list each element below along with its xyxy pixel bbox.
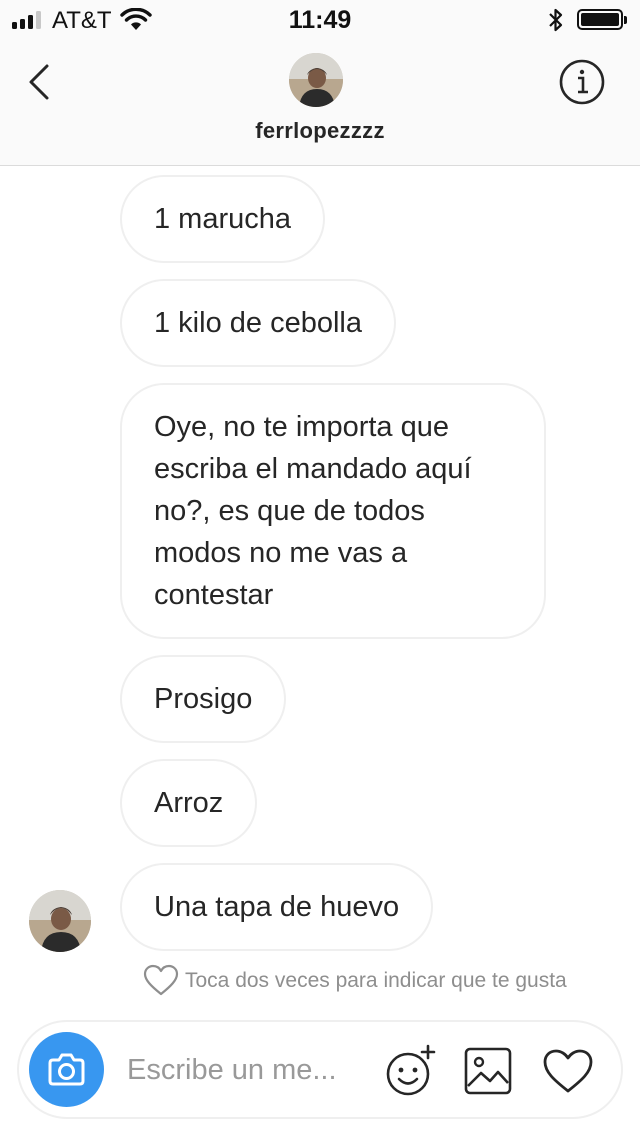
message-input[interactable]: [127, 1050, 367, 1090]
message-bubble[interactable]: Prosigo: [120, 655, 287, 743]
message-composer: [17, 1020, 623, 1119]
gallery-icon[interactable]: [463, 1046, 513, 1096]
avatar[interactable]: [289, 53, 343, 107]
heart-icon[interactable]: [143, 964, 179, 996]
message-bubble[interactable]: 1 kilo de cebolla: [120, 279, 396, 367]
message-bubble[interactable]: Una tapa de huevo: [120, 863, 434, 951]
status-bar: AT&T 11:49: [0, 0, 640, 40]
double-tap-hint: Toca dos veces para indicar que te gusta: [143, 964, 623, 998]
camera-button[interactable]: [29, 1032, 104, 1107]
hint-text: Toca dos veces para indicar que te gusta: [185, 969, 567, 992]
clock: 11:49: [288, 6, 352, 34]
message-bubble[interactable]: Arroz: [120, 759, 258, 847]
info-icon[interactable]: [558, 58, 606, 106]
sender-avatar[interactable]: [29, 890, 91, 952]
message-bubble[interactable]: 1 marucha: [120, 175, 326, 263]
battery-icon: [577, 9, 627, 30]
camera-icon: [48, 1053, 85, 1086]
conversation-header: ferrlopezzzz: [0, 40, 640, 166]
heart-icon[interactable]: [542, 1048, 594, 1094]
bluetooth-icon: [549, 8, 563, 32]
emoji-sticker-icon[interactable]: [384, 1044, 438, 1098]
back-chevron-icon[interactable]: [24, 60, 64, 104]
message-bubble[interactable]: Oye, no te importa que escriba el mandad…: [120, 383, 546, 639]
conversation-username[interactable]: ferrlopezzzz: [0, 118, 640, 144]
